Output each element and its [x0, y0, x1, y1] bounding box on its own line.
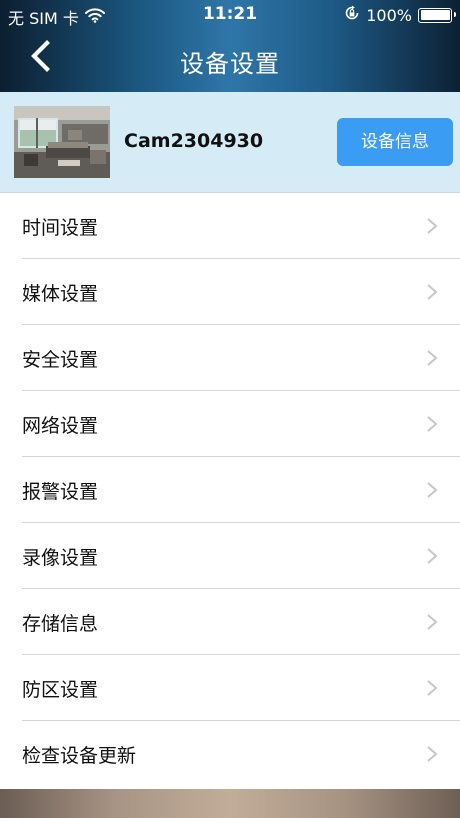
settings-item-network[interactable]: 网络设置: [0, 391, 460, 457]
app-header: 无 SIM 卡 11:21 100% 设备设置: [0, 0, 460, 92]
battery-percent: 100%: [366, 5, 412, 25]
settings-item-label: 网络设置: [22, 415, 99, 437]
camera-thumbnail: [14, 106, 110, 178]
settings-item-label: 防区设置: [22, 679, 99, 701]
device-name: Cam2304930: [124, 130, 264, 152]
status-right: 100%: [344, 5, 456, 25]
device-card: Cam2304930 设备信息: [0, 92, 460, 193]
settings-item-label: 存储信息: [22, 613, 99, 635]
chevron-right-icon: [427, 680, 438, 696]
chevron-right-icon: [427, 482, 438, 498]
chevron-right-icon: [427, 416, 438, 432]
background-band: [0, 789, 460, 818]
settings-item-label: 检查设备更新: [22, 745, 137, 767]
settings-item-alarm[interactable]: 报警设置: [0, 457, 460, 523]
chevron-right-icon: [427, 218, 438, 234]
chevron-right-icon: [427, 350, 438, 366]
settings-item-time[interactable]: 时间设置: [0, 193, 460, 259]
settings-item-label: 时间设置: [22, 217, 99, 239]
device-info-button[interactable]: 设备信息: [337, 118, 453, 166]
chevron-right-icon: [427, 614, 438, 630]
settings-list: 时间设置 媒体设置 安全设置 网络设置 报警设置 录像设置 存储信息 防区设置 …: [0, 193, 460, 787]
chevron-right-icon: [427, 284, 438, 300]
settings-item-storage[interactable]: 存储信息: [0, 589, 460, 655]
settings-item-label: 安全设置: [22, 349, 99, 371]
settings-item-media[interactable]: 媒体设置: [0, 259, 460, 325]
settings-item-label: 媒体设置: [22, 283, 99, 305]
orientation-lock-icon: [344, 5, 360, 25]
battery-icon: [418, 7, 456, 23]
page-title: 设备设置: [180, 50, 280, 78]
status-bar: 无 SIM 卡 11:21 100%: [0, 0, 460, 30]
settings-item-check-update[interactable]: 检查设备更新: [0, 721, 460, 787]
chevron-right-icon: [427, 548, 438, 564]
settings-item-label: 报警设置: [22, 481, 99, 503]
settings-item-label: 录像设置: [22, 547, 99, 569]
settings-item-zones[interactable]: 防区设置: [0, 655, 460, 721]
settings-item-security[interactable]: 安全设置: [0, 325, 460, 391]
settings-item-recording[interactable]: 录像设置: [0, 523, 460, 589]
chevron-right-icon: [427, 746, 438, 762]
